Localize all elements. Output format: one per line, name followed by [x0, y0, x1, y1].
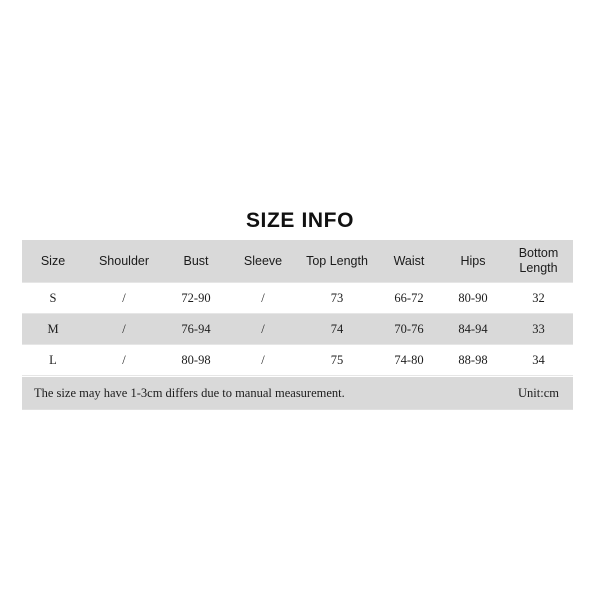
column-header-bottom-length: Bottom Length: [518, 246, 559, 275]
cell-sleeve: /: [261, 321, 265, 336]
cell-bust: 76-94: [181, 321, 211, 336]
column-header-hips: Hips: [460, 253, 486, 268]
cell-sleeve: /: [261, 352, 265, 367]
cell-top-length: 75: [330, 352, 344, 367]
cell-hips: 80-90: [458, 290, 488, 305]
cell-size: M: [47, 321, 59, 336]
cell-size: L: [49, 352, 57, 367]
table-row: L / 80-98 / 75 74-80 88-98 34: [22, 345, 573, 375]
column-header-bust: Bust: [183, 253, 209, 268]
cell-hips: 88-98: [458, 352, 488, 367]
cell-hips: 84-94: [458, 321, 488, 336]
page-title: SIZE INFO: [245, 209, 355, 232]
cell-bust: 80-98: [181, 352, 211, 367]
footer-note-row: The size may have 1-3cm differs due to m…: [22, 377, 573, 409]
cell-waist: 66-72: [394, 290, 424, 305]
cell-bust: 72-90: [181, 290, 211, 305]
table-row: S / 72-90 / 73 66-72 80-90 32: [22, 283, 573, 313]
cell-shoulder: /: [122, 352, 126, 367]
cell-bottom-length: 34: [532, 352, 545, 367]
column-header-top-length: Top Length: [306, 253, 368, 268]
column-header-shoulder: Shoulder: [98, 253, 150, 268]
cell-size: S: [49, 290, 57, 305]
size-chart-page: SIZE INFO Size Shoulder Bust Sleeve Top …: [0, 0, 600, 600]
column-header-waist: Waist: [393, 253, 425, 268]
footer-bottom-separator: [22, 409, 573, 410]
column-header-sleeve: Sleeve: [243, 253, 283, 268]
size-info-table: Size Shoulder Bust Sleeve Top Length Wai…: [22, 240, 573, 375]
footer-top-separator: [22, 375, 573, 376]
cell-shoulder: /: [122, 290, 126, 305]
table-row: M / 76-94 / 74 70-76 84-94 33: [22, 314, 573, 344]
cell-bottom-length: 32: [532, 290, 545, 305]
cell-top-length: 73: [330, 290, 344, 305]
cell-sleeve: /: [261, 290, 265, 305]
cell-top-length: 74: [330, 321, 344, 336]
unit-label: Unit:cm: [518, 386, 559, 400]
cell-waist: 74-80: [394, 352, 424, 367]
column-header-size: Size: [40, 253, 66, 268]
cell-waist: 70-76: [394, 321, 424, 336]
cell-bottom-length: 33: [532, 321, 545, 336]
cell-shoulder: /: [122, 321, 126, 336]
table-header-row: Size Shoulder Bust Sleeve Top Length Wai…: [22, 240, 573, 282]
measurement-disclaimer: The size may have 1-3cm differs due to m…: [34, 386, 345, 400]
